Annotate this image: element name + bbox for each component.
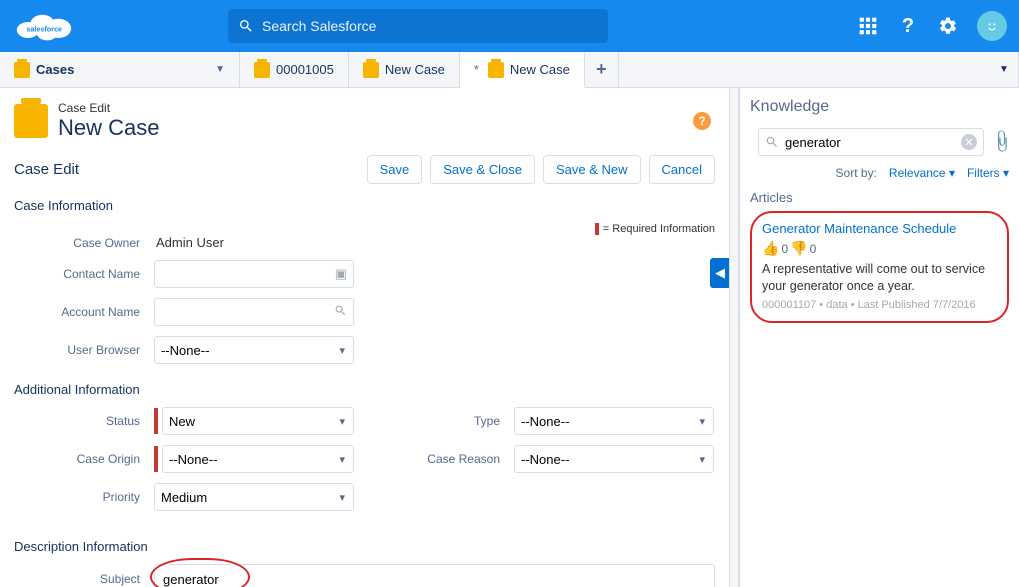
select-user-browser-input[interactable]: --None-- <box>161 343 347 358</box>
edit-heading: Case Edit <box>14 161 79 178</box>
page-context: Case Edit <box>58 101 110 115</box>
input-contact-name[interactable] <box>161 267 335 282</box>
sort-label: Sort by: <box>836 166 877 180</box>
lookup-contact-name[interactable]: ▣ <box>154 260 354 288</box>
section-case-info: Case Information <box>14 198 715 213</box>
select-user-browser[interactable]: --None-- <box>154 336 354 364</box>
panel-divider[interactable] <box>729 88 739 587</box>
knowledge-search-input[interactable] <box>779 135 961 150</box>
label-type: Type <box>414 414 514 428</box>
article-meta: 000001107 • data • Last Published 7/7/20… <box>762 299 997 311</box>
save-button[interactable]: Save <box>367 155 423 184</box>
input-account-name[interactable] <box>161 305 334 320</box>
select-case-reason[interactable]: --None-- <box>514 445 714 473</box>
value-case-owner: Admin User <box>154 235 224 250</box>
tab-cases-pinned[interactable]: Cases ▼ <box>0 52 240 87</box>
select-type-input[interactable]: --None-- <box>521 414 707 429</box>
knowledge-controls: Sort by: Relevance ▾ Filters ▾ <box>750 166 1009 180</box>
unsaved-indicator: * <box>474 62 479 77</box>
page-header: Case Edit New Case ? <box>14 100 715 141</box>
tab-label: New Case <box>385 62 445 77</box>
attach-icon[interactable]: 📎 <box>988 128 1016 156</box>
global-header: salesforce ? <box>0 0 1019 52</box>
salesforce-logo: salesforce <box>12 6 108 46</box>
search-icon[interactable] <box>334 304 347 320</box>
tab-new-button[interactable]: + <box>585 52 619 87</box>
settings-icon[interactable] <box>937 15 959 37</box>
select-type[interactable]: --None-- <box>514 407 714 435</box>
tab-new-case-2[interactable]: * New Case <box>460 53 585 88</box>
lookup-icon[interactable]: ▣ <box>335 266 347 282</box>
select-priority[interactable]: Medium <box>154 483 354 511</box>
edit-toolbar: Case Edit Save Save & Close Save & New C… <box>14 155 715 184</box>
select-case-origin-input[interactable]: --None-- <box>169 452 347 467</box>
article-title[interactable]: Generator Maintenance Schedule <box>762 221 956 236</box>
knowledge-title: Knowledge <box>750 98 1009 116</box>
help-icon[interactable]: ? <box>897 15 919 37</box>
label-user-browser: User Browser <box>14 343 154 357</box>
label-status: Status <box>14 414 154 428</box>
thumbs-down-icon[interactable]: 👎 <box>790 240 807 257</box>
tab-label: New Case <box>510 62 570 77</box>
case-icon <box>363 62 379 78</box>
chevron-down-icon[interactable]: ▼ <box>215 64 225 75</box>
save-close-button[interactable]: Save & Close <box>430 155 535 184</box>
tab-new-case-1[interactable]: New Case <box>349 52 460 87</box>
select-status[interactable]: New <box>162 407 354 435</box>
tab-00001005[interactable]: 00001005 <box>240 52 349 87</box>
knowledge-search[interactable]: ✕ <box>758 128 984 156</box>
help-icon[interactable]: ? <box>693 112 711 130</box>
tab-label: 00001005 <box>276 62 334 77</box>
case-icon-large <box>14 104 48 138</box>
case-icon <box>14 62 30 78</box>
case-icon <box>488 62 504 78</box>
case-edit-form: Case Edit New Case ? Case Edit Save Save… <box>0 88 729 587</box>
label-case-origin: Case Origin <box>14 452 154 466</box>
required-indicator <box>154 408 158 434</box>
main-area: Case Edit New Case ? Case Edit Save Save… <box>0 88 1019 587</box>
case-icon <box>254 62 270 78</box>
section-additional: Additional Information <box>14 382 715 397</box>
tab-overflow[interactable]: ▼ <box>990 52 1019 87</box>
sort-dropdown[interactable]: Relevance ▾ <box>889 166 955 180</box>
panel-collapse-handle[interactable]: ◀ <box>710 258 729 288</box>
label-priority: Priority <box>14 490 154 504</box>
page-title: New Case <box>58 115 159 141</box>
select-case-origin[interactable]: --None-- <box>162 445 354 473</box>
article-snippet: A representative will come out to servic… <box>762 261 997 295</box>
clear-icon[interactable]: ✕ <box>961 134 977 150</box>
required-legend: = Required Information <box>595 223 715 235</box>
global-search[interactable] <box>228 9 608 43</box>
cancel-button[interactable]: Cancel <box>649 155 715 184</box>
articles-heading: Articles <box>750 190 1009 205</box>
select-case-reason-input[interactable]: --None-- <box>521 452 707 467</box>
label-case-reason: Case Reason <box>414 452 514 466</box>
article-votes: 👍0 👎0 <box>762 240 997 257</box>
app-launcher-icon[interactable] <box>857 15 879 37</box>
filters-dropdown[interactable]: Filters ▾ <box>967 166 1009 180</box>
search-icon <box>765 135 779 149</box>
select-priority-input[interactable]: Medium <box>161 490 347 505</box>
article-result[interactable]: Generator Maintenance Schedule 👍0 👎0 A r… <box>750 211 1009 323</box>
required-indicator <box>154 446 158 472</box>
label-case-owner: Case Owner <box>14 236 154 250</box>
tab-label: Cases <box>36 62 74 77</box>
section-description: Description Information <box>14 539 715 554</box>
global-search-input[interactable] <box>254 18 598 34</box>
input-subject[interactable] <box>154 564 715 587</box>
workspace-tabs: Cases ▼ 00001005 New Case * New Case + ▼ <box>0 52 1019 88</box>
label-contact-name: Contact Name <box>14 267 154 281</box>
search-icon <box>238 18 254 34</box>
user-avatar[interactable] <box>977 11 1007 41</box>
label-account-name: Account Name <box>14 305 154 319</box>
header-icons: ? <box>857 11 1007 41</box>
lookup-account-name[interactable] <box>154 298 354 326</box>
select-status-input[interactable]: New <box>169 414 347 429</box>
save-new-button[interactable]: Save & New <box>543 155 641 184</box>
svg-text:salesforce: salesforce <box>26 25 62 34</box>
label-subject: Subject <box>14 572 154 586</box>
thumbs-up-icon[interactable]: 👍 <box>762 240 779 257</box>
knowledge-panel: Knowledge ✕ 📎 Sort by: Relevance ▾ Filte… <box>739 88 1019 587</box>
